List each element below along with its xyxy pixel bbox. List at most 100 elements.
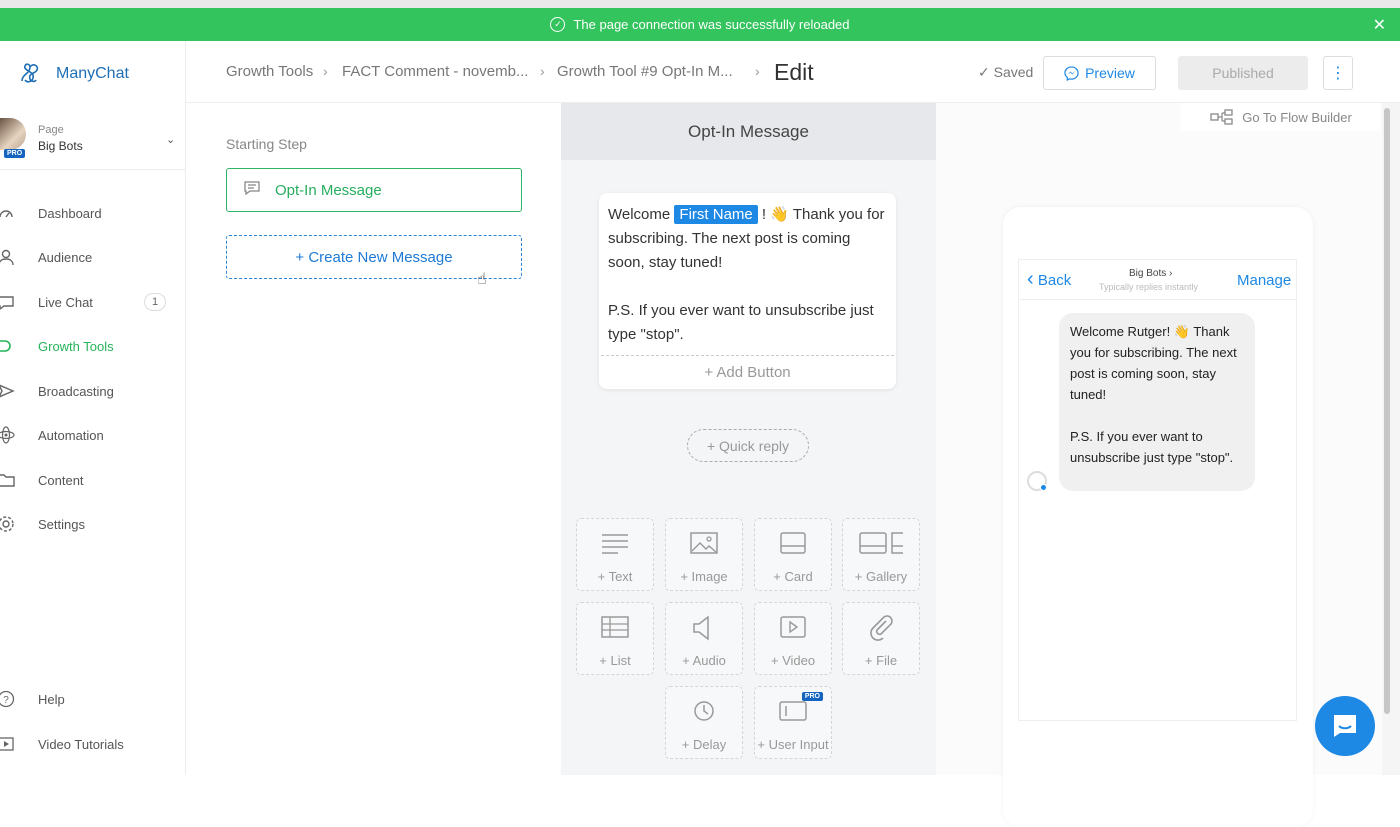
chevron-left-icon: ‹ — [1027, 268, 1034, 290]
more-options-icon[interactable]: ⋮ — [1323, 56, 1353, 90]
tile-label: + Video — [770, 653, 816, 668]
text-message-card[interactable]: Welcome First Name ! 👋 Thank you for sub… — [599, 193, 896, 389]
add-user-input-tile[interactable]: PRO + User Input — [754, 686, 832, 759]
saved-label: Saved — [993, 64, 1034, 80]
dashboard-icon — [0, 203, 16, 223]
atom-icon — [0, 425, 16, 445]
sidebar-item-automation[interactable]: Automation — [0, 415, 186, 455]
brand-logo[interactable]: ManyChat — [16, 59, 129, 89]
add-video-tile[interactable]: + Video — [754, 602, 832, 675]
sidebar-item-settings[interactable]: Settings — [0, 504, 186, 544]
add-delay-tile[interactable]: + Delay — [665, 686, 743, 759]
sidebar-item-label: Help — [38, 691, 65, 707]
add-image-tile[interactable]: + Image — [665, 518, 743, 591]
scrollbar-thumb[interactable] — [1384, 108, 1390, 714]
clock-icon — [694, 701, 714, 721]
chat-bubble-icon — [1334, 715, 1356, 737]
folder-icon — [0, 470, 16, 490]
breadcrumb-growth-tools[interactable]: Growth Tools — [226, 63, 313, 80]
tile-label: + Audio — [682, 653, 726, 668]
image-icon — [690, 532, 718, 554]
sidebar-item-label: Live Chat — [38, 294, 93, 310]
preview-message-bubble: Welcome Rutger! 👋 Thank you for subscrib… — [1059, 313, 1255, 491]
tile-label: + File — [864, 653, 898, 668]
chevron-right-icon: › — [540, 63, 545, 79]
tile-label: + Text — [597, 569, 633, 584]
preview-message-ps: P.S. If you ever want to unsubscribe jus… — [1070, 429, 1234, 465]
flow-icon — [1210, 109, 1233, 125]
preview-label: Preview — [1085, 65, 1135, 81]
tile-label: + Delay — [681, 737, 727, 752]
flow-builder-label: Go To Flow Builder — [1242, 109, 1352, 125]
messenger-preview: ‹ Back Big Bots › Typically replies inst… — [1018, 259, 1297, 721]
text-lines-icon — [602, 534, 628, 554]
browser-tab-strip — [0, 0, 1400, 8]
gear-icon — [0, 514, 16, 534]
chevron-right-icon: › — [323, 63, 328, 79]
sidebar-item-dashboard[interactable]: Dashboard — [0, 193, 186, 233]
bot-status: Typically replies instantly — [1099, 282, 1199, 292]
sidebar-item-video-tutorials[interactable]: Video Tutorials — [0, 724, 186, 764]
add-text-tile[interactable]: + Text — [576, 518, 654, 591]
banner-message: The page connection was successfully rel… — [573, 17, 850, 32]
published-button[interactable]: Published — [1178, 56, 1308, 90]
bot-name-label: Big Bots — [1129, 268, 1167, 279]
pro-badge: PRO — [4, 149, 26, 158]
gallery-icon — [859, 532, 903, 554]
sidebar-item-label: Video Tutorials — [38, 736, 124, 752]
card-icon — [780, 532, 806, 554]
sidebar-item-label: Growth Tools — [38, 338, 114, 354]
paperclip-icon — [870, 615, 893, 641]
tile-label: + User Input — [757, 737, 829, 752]
optin-message-step[interactable]: Opt-In Message — [226, 168, 522, 212]
page-title: Edit — [774, 59, 814, 85]
bot-avatar — [1027, 471, 1047, 491]
list-icon — [601, 616, 629, 638]
tile-label: + Gallery — [854, 569, 908, 584]
breadcrumb-tool[interactable]: FACT Comment - novemb... — [342, 63, 528, 80]
close-icon[interactable]: ✕ — [1373, 15, 1386, 35]
add-gallery-tile[interactable]: + Gallery — [842, 518, 920, 591]
sidebar-item-growth-tools[interactable]: Growth Tools — [0, 326, 186, 366]
manage-link[interactable]: Manage — [1237, 272, 1291, 289]
svg-text:?: ? — [3, 695, 9, 706]
online-dot — [1040, 484, 1047, 491]
speaker-icon — [693, 615, 709, 641]
quick-reply-button[interactable]: + Quick reply — [687, 429, 809, 462]
page-name: Big Bots — [38, 139, 83, 153]
sidebar-item-live-chat[interactable]: Live Chat 1 — [0, 282, 186, 322]
first-name-variable[interactable]: First Name — [674, 205, 758, 224]
back-label: Back — [1037, 272, 1072, 289]
sidebar-item-broadcasting[interactable]: Broadcasting — [0, 371, 186, 411]
sidebar-item-label: Broadcasting — [38, 383, 114, 399]
sidebar: ManyChat PRO Page Big Bots ⌄ Dashboard A… — [0, 41, 186, 775]
preview-button[interactable]: Preview — [1043, 56, 1156, 90]
page-label: Page — [38, 124, 64, 136]
breadcrumb-growth-tool-9[interactable]: Growth Tool #9 Opt-In M... — [557, 63, 733, 80]
brand-name: ManyChat — [56, 65, 129, 82]
add-button[interactable]: + Add Button — [601, 355, 894, 389]
preview-message-text: Welcome Rutger! 👋 Thank you for subscrib… — [1070, 324, 1237, 402]
sidebar-item-audience[interactable]: Audience — [0, 237, 186, 277]
add-card-tile[interactable]: + Card — [754, 518, 832, 591]
back-link[interactable]: ‹ Back — [1027, 269, 1072, 289]
message-text-ps: P.S. If you ever want to unsubscribe jus… — [608, 302, 874, 343]
top-bar: Growth Tools › FACT Comment - novemb... … — [186, 41, 1400, 103]
send-icon — [0, 381, 16, 401]
chat-icon — [0, 292, 16, 312]
support-chat-button[interactable] — [1315, 696, 1375, 756]
page-selector[interactable]: PRO Page Big Bots ⌄ — [0, 116, 186, 170]
optin-step-label: Opt-In Message — [275, 181, 382, 199]
go-to-flow-builder-button[interactable]: Go To Flow Builder — [1181, 103, 1381, 131]
steps-panel: Starting Step Opt-In Message + Create Ne… — [186, 103, 561, 775]
message-text[interactable]: Welcome First Name ! 👋 Thank you for sub… — [608, 203, 888, 347]
unread-count-badge: 1 — [144, 293, 166, 311]
sidebar-item-content[interactable]: Content — [0, 460, 186, 500]
add-file-tile[interactable]: + File — [842, 602, 920, 675]
sidebar-item-help[interactable]: ? Help — [0, 679, 186, 719]
video-tutorial-icon — [0, 734, 16, 754]
add-list-tile[interactable]: + List — [576, 602, 654, 675]
add-audio-tile[interactable]: + Audio — [665, 602, 743, 675]
save-status: ✓ Saved — [978, 64, 1034, 80]
message-editor: Opt-In Message Welcome First Name ! 👋 Th… — [561, 103, 936, 775]
